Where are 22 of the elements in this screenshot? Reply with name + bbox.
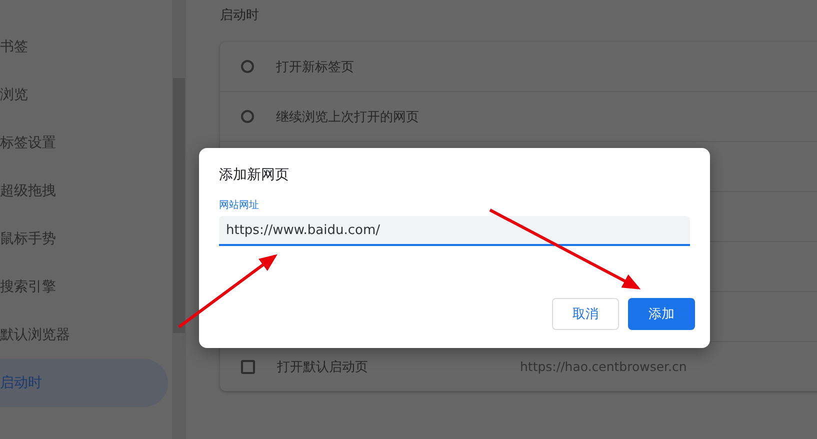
- option-label: 打开新标签页: [276, 58, 354, 76]
- add-button[interactable]: 添加: [628, 298, 695, 330]
- sidebar-item[interactable]: 超级拖拽: [0, 167, 168, 215]
- option-label: 打开默认启动页: [277, 358, 368, 376]
- scrollbar-thumb[interactable]: [173, 78, 185, 333]
- sidebar-item[interactable]: 启动时: [0, 359, 168, 407]
- option-label: 继续浏览上次打开的网页: [276, 108, 419, 126]
- sidebar-item[interactable]: 书签: [0, 23, 168, 71]
- scrollbar[interactable]: [172, 0, 186, 439]
- field-label: 网站网址: [219, 198, 260, 213]
- section-heading: 启动时: [220, 7, 260, 25]
- url-input-field[interactable]: https://www.baidu.com/: [219, 216, 690, 246]
- sidebar-item[interactable]: 默认浏览器: [0, 311, 168, 359]
- cancel-button[interactable]: 取消: [552, 298, 619, 330]
- radio-button[interactable]: [241, 110, 254, 123]
- sidebar-item[interactable]: 搜索引擎: [0, 263, 168, 311]
- sidebar-item[interactable]: 浏览: [0, 71, 168, 119]
- sidebar-item[interactable]: 鼠标手势: [0, 215, 168, 263]
- dialog-title: 添加新网页: [219, 166, 290, 185]
- sidebar-item[interactable]: 标签设置: [0, 119, 168, 167]
- radio-button[interactable]: [241, 60, 254, 73]
- checkbox[interactable]: [241, 360, 255, 374]
